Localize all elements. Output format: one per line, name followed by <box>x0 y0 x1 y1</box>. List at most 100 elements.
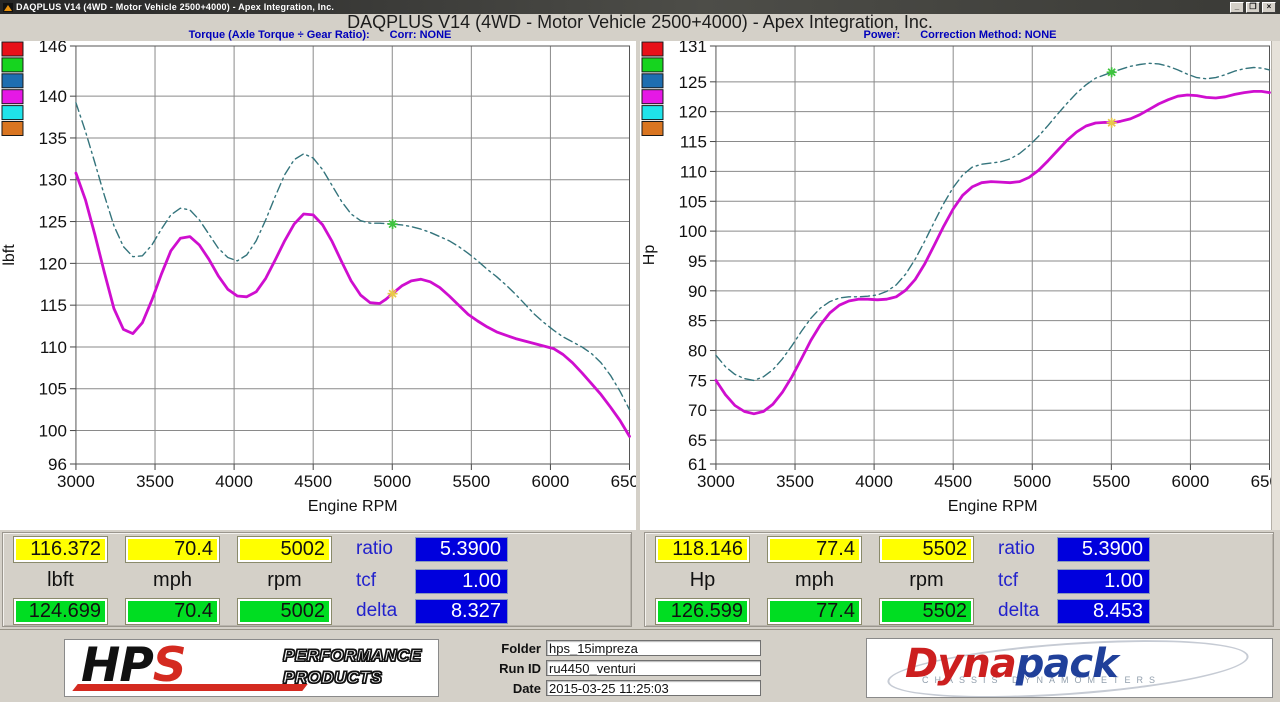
tcf-label: tcf <box>998 570 1018 592</box>
legend-swatch-1 <box>641 58 662 72</box>
y-tick-label: 110 <box>679 162 706 181</box>
y-tick-label: 90 <box>688 282 707 301</box>
power-cursor-value: 118.146 <box>655 536 750 563</box>
power-correction-label: Correction Method: NONE <box>920 29 1056 41</box>
y-tick-label: 125 <box>678 73 706 92</box>
torque-reference-value: 124.699 <box>13 598 108 625</box>
power-header-label: Power: <box>864 29 901 41</box>
ratio-value: 5.3900 <box>1057 537 1150 562</box>
legend-swatch-2 <box>2 74 23 88</box>
ratio-label: ratio <box>998 538 1035 560</box>
y-tick-label: 70 <box>688 401 707 420</box>
power-header: Power: Correction Method: NONE <box>640 29 1280 41</box>
ratio-label: ratio <box>356 538 393 560</box>
page-title: DAQPLUS V14 (4WD - Motor Vehicle 2500+40… <box>0 14 1280 29</box>
plot-area[interactable] <box>76 46 630 464</box>
torque-readout-panel: 116.372 70.4 5002 lbft mph rpm 124.699 7… <box>2 532 632 627</box>
torque-chart-panel: 1461401351301251201151101051009630003500… <box>0 41 636 530</box>
rpm-cursor-value: 5502 <box>879 536 974 563</box>
legend-swatch-5 <box>2 122 23 136</box>
y-tick-label: 135 <box>39 129 67 148</box>
torque-header-label: Torque (Axle Torque ÷ Gear Ratio): <box>189 29 370 41</box>
delta-label: delta <box>356 600 397 622</box>
torque-chart[interactable]: 1461401351301251201151101051009630003500… <box>0 41 636 530</box>
tcf-value: 1.00 <box>415 569 508 594</box>
power-chart[interactable]: 1311251201151101051009590858075706561300… <box>640 41 1272 530</box>
folder-label: Folder <box>468 641 546 656</box>
x-tick-label: 6000 <box>1171 472 1209 491</box>
tcf-label: tcf <box>356 570 376 592</box>
rpm-reference-value: 5002 <box>237 598 332 625</box>
speed-cursor-value: 70.4 <box>125 536 220 563</box>
close-button[interactable]: × <box>1262 2 1276 13</box>
y-tick-label: 115 <box>40 296 67 315</box>
folder-input[interactable] <box>546 640 761 656</box>
x-tick-label: 5000 <box>373 472 411 491</box>
legend-swatch-4 <box>641 106 662 120</box>
minimize-button[interactable]: _ <box>1230 2 1244 13</box>
x-tick-label: 5000 <box>1013 472 1051 491</box>
dynapack-logo-text: Dynapack <box>905 641 1118 687</box>
restore-button[interactable]: ❐ <box>1246 2 1260 13</box>
legend-swatch-4 <box>2 106 23 120</box>
run-id-input[interactable] <box>546 660 761 676</box>
app-icon <box>3 3 13 12</box>
legend-swatch-3 <box>2 90 23 104</box>
hps-logo-text: HPS <box>81 639 186 693</box>
ratio-value: 5.3900 <box>415 537 508 562</box>
legend-swatch-0 <box>641 42 662 56</box>
speed-unit-label: mph <box>125 569 220 592</box>
legend-swatch-0 <box>2 42 23 56</box>
legend-swatch-2 <box>641 74 662 88</box>
y-tick-label: 80 <box>688 342 707 361</box>
y-tick-label: 115 <box>679 133 706 152</box>
x-tick-label: 4500 <box>294 472 332 491</box>
date-label: Date <box>468 681 546 696</box>
legend-swatch-1 <box>2 58 23 72</box>
rpm-reference-value: 5502 <box>879 598 974 625</box>
window-right-strip <box>1271 41 1280 530</box>
x-tick-label: 4000 <box>215 472 253 491</box>
rpm-unit-label: rpm <box>237 569 332 592</box>
rpm-unit-label: rpm <box>879 569 974 592</box>
legend-swatch-3 <box>641 90 662 104</box>
footer: HPS PERFORMANCE PRODUCTS Folder Run ID D… <box>0 629 1280 702</box>
speed-reference-value: 77.4 <box>767 598 862 625</box>
y-tick-label: 65 <box>688 431 707 450</box>
y-tick-label: 125 <box>39 213 67 232</box>
charts-row: 1461401351301251201151101051009630003500… <box>0 41 1280 530</box>
x-tick-label: 6500 <box>1250 472 1271 491</box>
x-tick-label: 3500 <box>776 472 814 491</box>
x-axis-label: Engine RPM <box>947 498 1037 515</box>
x-tick-label: 3000 <box>697 472 735 491</box>
plot-area[interactable] <box>715 46 1269 464</box>
y-tick-label: 140 <box>39 87 67 106</box>
power-unit-label: Hp <box>655 569 750 592</box>
y-axis-label: Hp <box>640 245 657 266</box>
power-reference-value: 126.599 <box>655 598 750 625</box>
rpm-cursor-value: 5002 <box>237 536 332 563</box>
y-tick-label: 120 <box>678 103 706 122</box>
legend-swatch-5 <box>641 122 662 136</box>
torque-cursor-value: 116.372 <box>13 536 108 563</box>
y-tick-label: 100 <box>39 422 67 441</box>
power-chart-panel: 1311251201151101051009590858075706561300… <box>640 41 1272 530</box>
date-input[interactable] <box>546 680 761 696</box>
current-run-power-curve <box>715 91 1269 413</box>
x-tick-label: 5500 <box>452 472 490 491</box>
x-axis-label: Engine RPM <box>308 498 398 515</box>
speed-unit-label: mph <box>767 569 862 592</box>
y-tick-label: 100 <box>678 222 706 241</box>
hps-logo-tagline: PERFORMANCE PRODUCTS <box>283 645 422 689</box>
y-tick-label: 95 <box>688 252 707 271</box>
run-id-label: Run ID <box>468 661 546 676</box>
power-readout-panel: 118.146 77.4 5502 Hp mph rpm 126.599 77.… <box>644 532 1274 627</box>
y-tick-label: 131 <box>678 41 706 56</box>
torque-correction-label: Corr: NONE <box>390 29 452 41</box>
delta-label: delta <box>998 600 1039 622</box>
y-tick-label: 85 <box>688 312 707 331</box>
delta-value: 8.453 <box>1057 599 1150 624</box>
x-tick-label: 6500 <box>611 472 636 491</box>
y-axis-label: lbft <box>1 244 18 266</box>
x-tick-label: 4000 <box>855 472 893 491</box>
